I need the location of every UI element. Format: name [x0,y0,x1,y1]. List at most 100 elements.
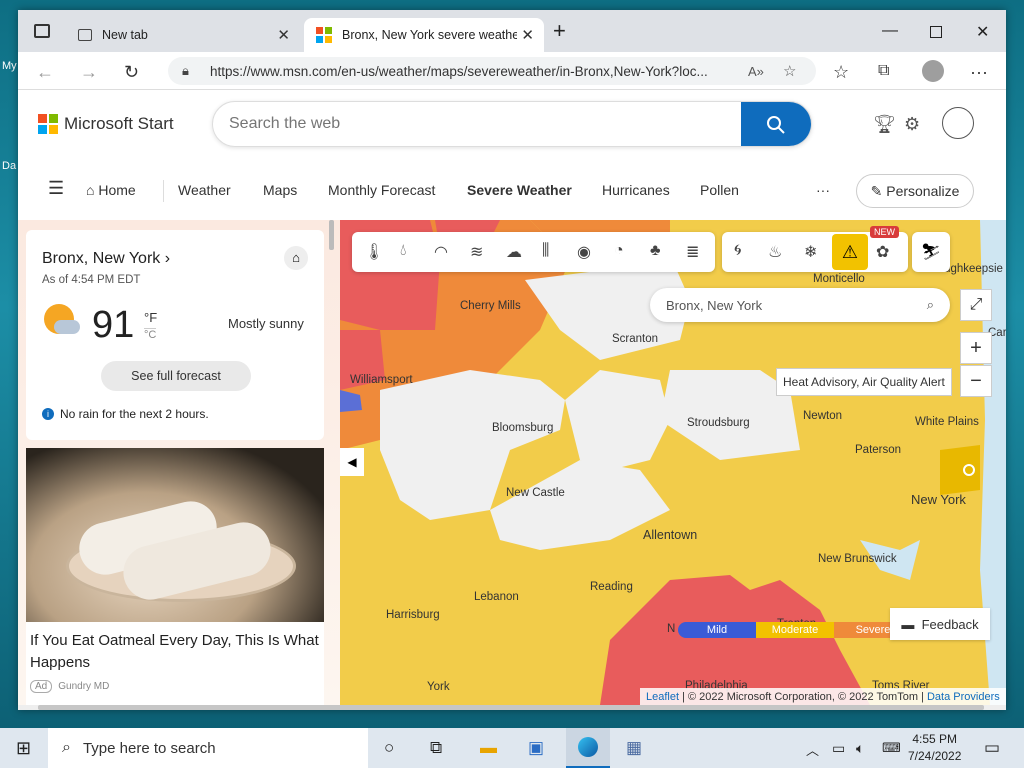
ad-source: Ad Gundry MD [30,680,109,693]
chevron-up-icon[interactable]: ︿ [806,740,819,759]
rewards-trophy-icon[interactable]: 🏆︎ [873,114,896,135]
nav-pollen[interactable]: Pollen [700,182,739,198]
collections-icon[interactable]: ⧉ [878,62,889,80]
rain-note: i No rain for the next 2 hours. [42,407,209,421]
feedback-button[interactable]: ▬ Feedback [890,608,990,640]
nav-maps[interactable]: Maps [263,182,297,198]
hamburger-menu-icon[interactable]: ☰ [48,178,64,199]
close-icon[interactable]: ✕ [277,26,290,44]
location-marker-icon[interactable] [963,464,975,476]
pressure-gauge-icon[interactable]: ◔ [614,242,624,260]
search-button[interactable] [741,102,811,146]
window-close-icon[interactable]: ✕ [976,22,989,42]
nav-severe-weather[interactable]: Severe Weather [467,182,572,198]
map-search-box[interactable]: Bronx, New York ⌕ [650,288,950,322]
store-icon[interactable]: ▣ [528,738,544,758]
wildfire-icon[interactable]: ♨ [768,242,782,262]
add-favorite-icon[interactable]: ☆ [783,62,796,80]
personalize-button[interactable]: ✎ Personalize [856,174,974,208]
ad-image [26,448,324,622]
cortana-icon[interactable]: ○ [384,738,394,758]
zoom-out-button[interactable]: − [960,365,992,397]
observation-time: As of 4:54 PM EDT [42,274,141,286]
windows-start-icon[interactable]: ⊞ [16,738,31,759]
tab-new-tab[interactable]: New tab ✕ [66,18,300,52]
severe-alert-warning-icon[interactable]: ⚠ [832,234,868,270]
raindrop-icon[interactable]: 💧︎ [400,242,406,260]
tab-actions-icon[interactable] [34,24,50,38]
zoom-in-button[interactable]: + [960,332,992,364]
unit-celsius[interactable]: °C [144,328,157,341]
address-bar[interactable]: 🔒︎ https://www.msn.com/en-us/weather/map… [168,57,816,85]
app-icon[interactable]: ▦ [626,738,642,758]
see-full-forecast-button[interactable]: See full forecast [101,361,251,391]
unit-fahrenheit[interactable]: °F [144,310,157,325]
map-place: Paterson [855,444,902,456]
nav-weather[interactable]: Weather [178,182,231,198]
file-explorer-icon[interactable]: ▬ [480,738,497,758]
map-place: Reading [590,581,633,593]
weather-condition: Mostly sunny [228,316,304,331]
profile-avatar[interactable] [922,60,944,82]
search-icon[interactable]: ⌕ [927,297,934,313]
notification-icon[interactable]: ▭ [984,738,1000,758]
back-arrow-icon[interactable]: ← [36,62,54,83]
radar-icon[interactable]: ◠ [434,242,448,262]
clock-time: 4:55 PM [912,732,958,746]
collapse-panel-chevron-icon[interactable]: ◀ [340,448,364,476]
edge-taskbar-button[interactable] [566,728,610,768]
keyboard-icon[interactable]: ⌨ [882,740,901,756]
ad-headline[interactable]: If You Eat Oatmeal Every Day, This Is Wh… [30,630,320,674]
microsoft-start-logo[interactable]: Microsoft Start [38,114,174,134]
microsoft-logo-icon [38,114,58,134]
thermometer-icon[interactable]: 🌡︎ [364,242,384,262]
fog-icon[interactable]: ≣ [686,242,699,262]
ski-icon[interactable]: ⛷ [912,232,950,272]
taskbar-search[interactable]: ⌕ Type here to search [48,728,368,768]
maximize-icon[interactable] [930,26,942,38]
fullscreen-icon[interactable]: ⤢ [960,289,992,321]
data-providers-link[interactable]: Data Providers [927,691,1000,703]
map-place: N [667,623,676,635]
close-icon[interactable]: ✕ [521,26,534,44]
severe-weather-map[interactable]: Cherry Mills Scranton Monticello Poughke… [340,220,1006,705]
nav-monthly-forecast[interactable]: Monthly Forecast [328,182,435,198]
nav-hurricanes[interactable]: Hurricanes [602,182,670,198]
volume-icon[interactable]: 🔈︎ [856,740,864,757]
settings-more-icon[interactable]: ··· [970,62,988,83]
wind-icon[interactable]: ≋ [470,242,483,262]
web-search-box [212,101,812,147]
favorites-icon[interactable]: ☆ [833,62,849,83]
snowflake-icon[interactable]: ❄ [804,242,817,262]
nav-home[interactable]: ⌂ Home [86,182,136,198]
map-place: Monticello [813,273,865,285]
gear-icon[interactable]: ⚙ [904,114,920,135]
visibility-eye-icon[interactable]: ◉ [577,242,591,262]
hurricane-icon[interactable]: 🌀︎ [734,242,742,260]
search-input[interactable] [229,115,729,133]
minimize-icon[interactable]: — [882,22,898,40]
sign-in-icon[interactable] [942,107,974,139]
home-location-icon[interactable]: ⌂ [284,246,308,270]
map-place: White Plains [915,416,979,428]
clock[interactable]: 4:55 PM 7/24/2022 [908,731,961,765]
nav-divider [163,180,164,202]
pollen-tree-icon[interactable]: ♣ [650,242,661,260]
ad-card[interactable]: If You Eat Oatmeal Every Day, This Is Wh… [26,448,324,708]
task-view-icon[interactable]: ⧉ [430,738,442,758]
network-icon[interactable]: ▭ [832,740,845,757]
new-tab-plus-icon[interactable]: + [553,18,566,44]
forward-arrow-icon[interactable]: → [80,62,98,83]
nav-more-button[interactable]: ··· [816,182,830,198]
leaflet-link[interactable]: Leaflet [646,691,679,703]
cloud-icon[interactable]: ☁︎ [506,242,522,262]
humidity-icon[interactable]: ⫼ [542,242,549,260]
read-aloud-icon[interactable]: A» [748,64,764,79]
refresh-icon[interactable]: ↻ [124,62,139,83]
air-quality-icon[interactable]: ✿ [876,242,889,262]
tab-severe-weather[interactable]: Bronx, New York severe weather ✕ [304,18,544,52]
map-place: New York [911,492,966,507]
panel-scrollbar[interactable] [329,220,334,250]
location-link[interactable]: Bronx, New York › [42,250,170,268]
horizontal-scrollbar[interactable] [18,705,1006,710]
